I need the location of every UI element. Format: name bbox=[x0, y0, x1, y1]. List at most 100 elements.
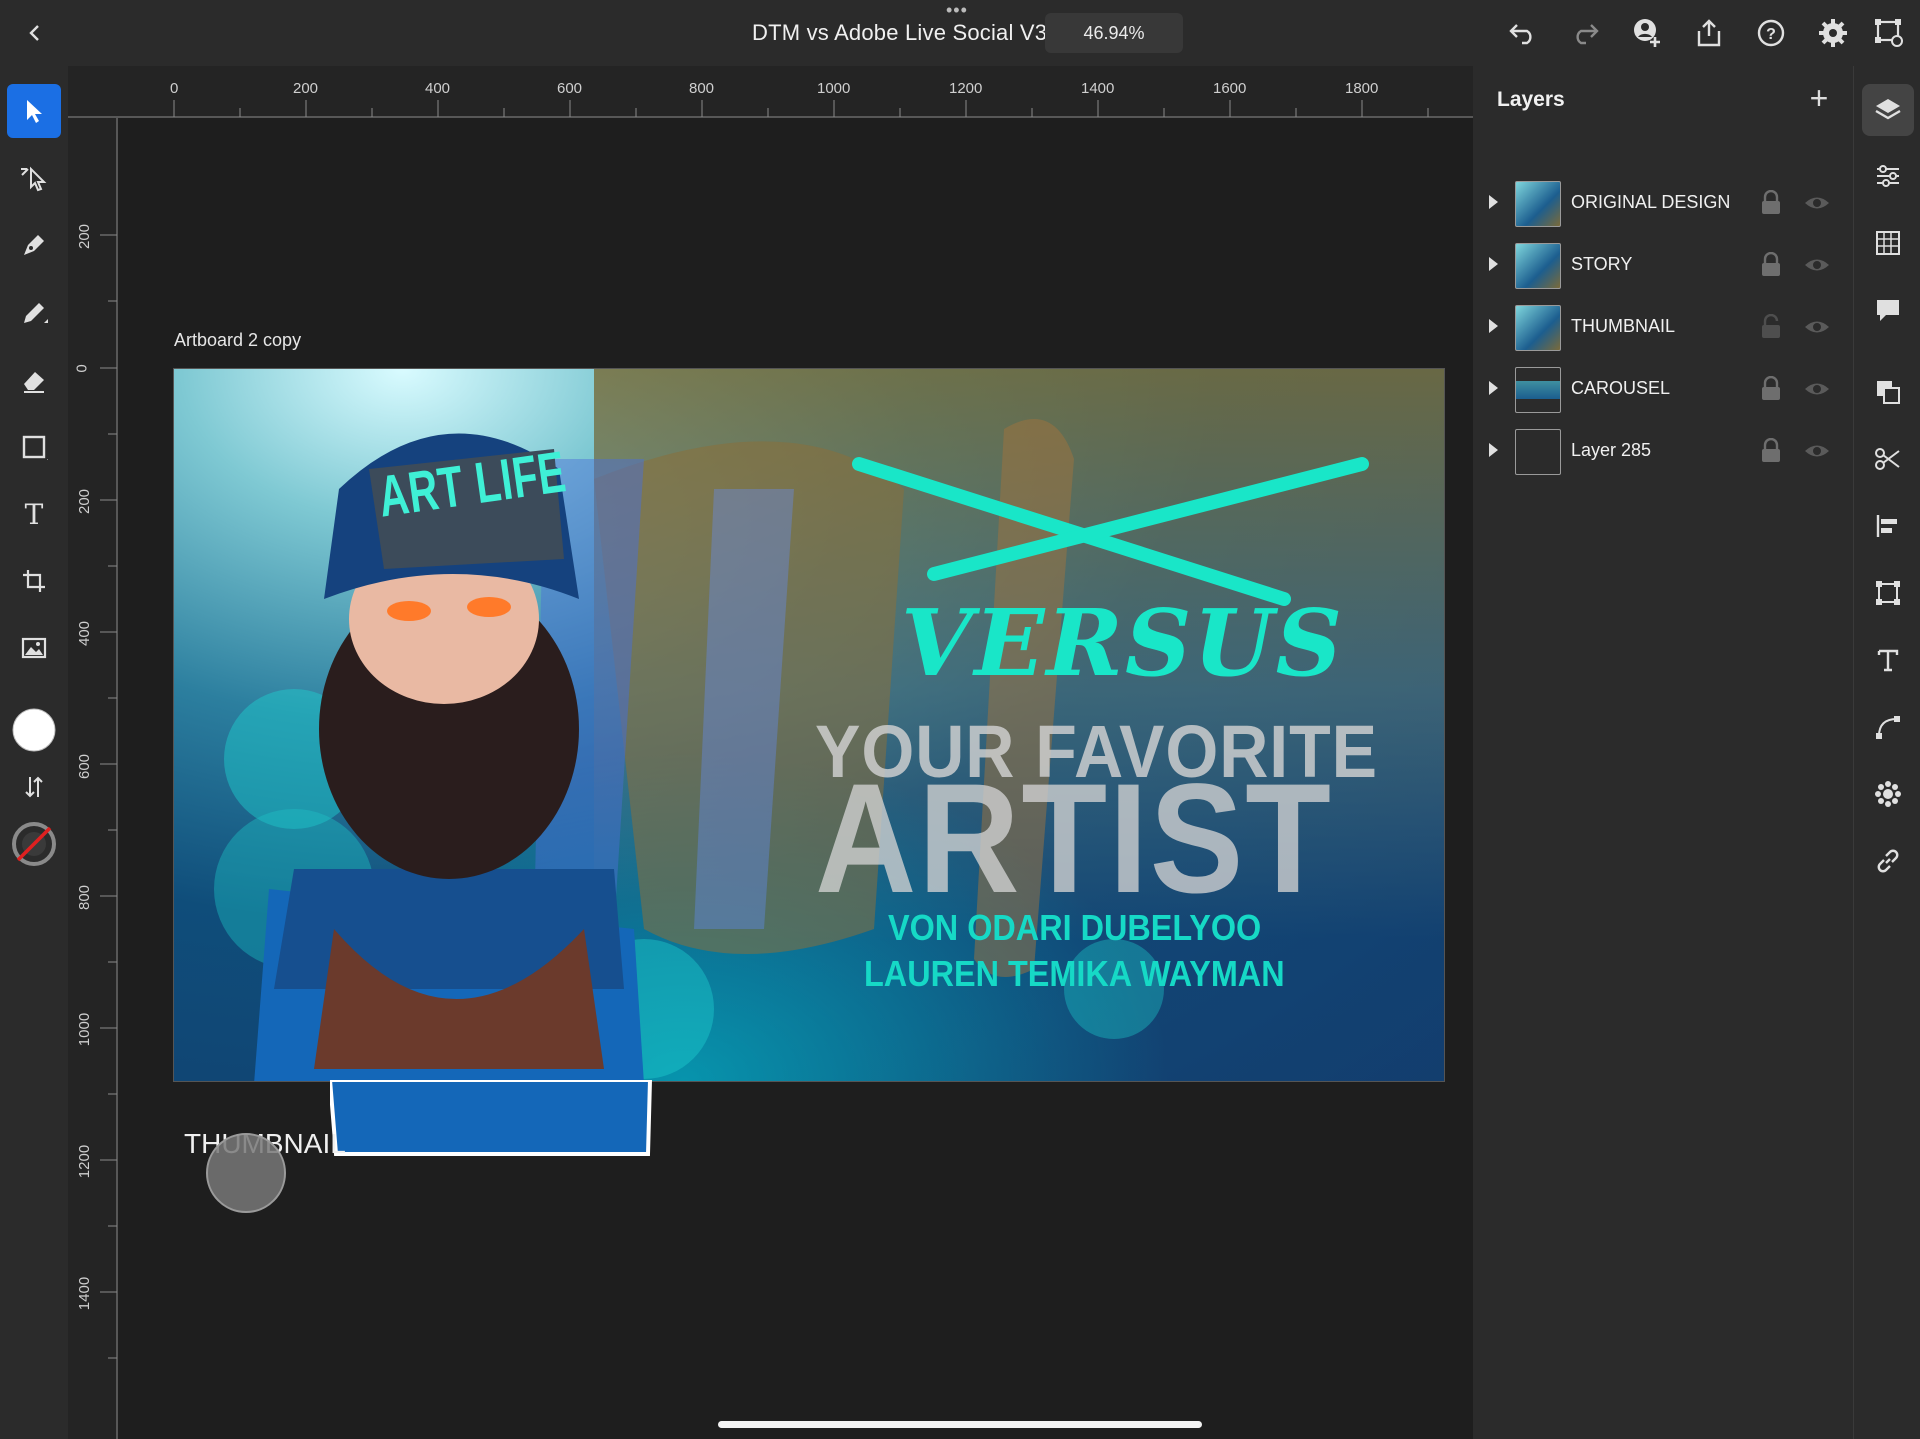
document-title[interactable]: DTM vs Adobe Live Social V3 bbox=[752, 20, 1047, 46]
image-icon[interactable] bbox=[6, 620, 62, 676]
eye-icon[interactable] bbox=[1803, 192, 1831, 214]
expand-arrow-icon[interactable] bbox=[1489, 381, 1498, 395]
svg-text:T: T bbox=[25, 500, 44, 528]
ruler-label: 1600 bbox=[1213, 80, 1247, 97]
more-dots-icon[interactable]: ••• bbox=[946, 1, 968, 19]
layer-thumbnail bbox=[1515, 181, 1561, 227]
layers-title: Layers bbox=[1497, 88, 1565, 111]
layer-thumbnail bbox=[1515, 305, 1561, 351]
versus-title: VERSUS bbox=[901, 589, 1345, 697]
artboard-label[interactable]: Artboard 2 copy bbox=[174, 330, 301, 351]
layer-row[interactable]: Layer 285 bbox=[1473, 422, 1853, 484]
layer-name[interactable]: ORIGINAL DESIGN bbox=[1571, 192, 1730, 213]
panel-bar bbox=[1853, 66, 1920, 1439]
lock-icon[interactable] bbox=[1759, 376, 1783, 402]
align-icon[interactable] bbox=[1862, 500, 1914, 552]
direct-select-icon[interactable] bbox=[6, 150, 62, 206]
ruler-label: 0 bbox=[170, 80, 179, 97]
cut-icon[interactable] bbox=[1862, 433, 1914, 485]
home-indicator[interactable] bbox=[718, 1421, 1202, 1428]
ruler-label: 1800 bbox=[1345, 80, 1379, 97]
ruler-label: 1000 bbox=[76, 1012, 94, 1047]
text-icon[interactable]: T bbox=[6, 486, 62, 542]
lock-icon[interactable] bbox=[1759, 438, 1783, 464]
layer-name[interactable]: Layer 285 bbox=[1571, 440, 1651, 461]
comments-icon[interactable] bbox=[1862, 284, 1914, 336]
layers-icon[interactable] bbox=[1862, 84, 1914, 136]
ruler-label: 800 bbox=[689, 80, 715, 97]
type-icon[interactable] bbox=[1862, 634, 1914, 686]
eye-icon[interactable] bbox=[1803, 254, 1831, 276]
properties-icon[interactable] bbox=[1862, 150, 1914, 202]
layer-name[interactable]: CAROUSEL bbox=[1571, 378, 1670, 399]
frame-icon[interactable] bbox=[1870, 14, 1908, 52]
transform-panel-icon[interactable] bbox=[1862, 567, 1914, 619]
character-overflow bbox=[330, 1080, 653, 1156]
horizontal-ruler: 0 200 400 600 800 1000 1200 1400 1600 18… bbox=[68, 66, 1473, 118]
headline-artist: ARTIST bbox=[815, 752, 1333, 926]
share-icon[interactable] bbox=[1690, 14, 1728, 52]
ruler-label: 600 bbox=[76, 753, 94, 780]
redo-icon[interactable] bbox=[1566, 14, 1604, 52]
fill-swatch[interactable] bbox=[6, 702, 62, 758]
ruler-label: 1200 bbox=[949, 80, 983, 97]
swap-icon[interactable] bbox=[6, 759, 62, 815]
pen-icon[interactable] bbox=[6, 217, 62, 273]
ruler-label: 1400 bbox=[1081, 80, 1115, 97]
layer-row[interactable]: CAROUSEL bbox=[1473, 360, 1853, 422]
eye-icon[interactable] bbox=[1803, 378, 1831, 400]
layer-thumbnail bbox=[1515, 367, 1561, 413]
add-layer-button[interactable]: + bbox=[1801, 80, 1837, 116]
ruler-label: 1400 bbox=[76, 1276, 94, 1311]
stroke-swatch[interactable] bbox=[6, 816, 62, 872]
zoom-level[interactable]: 46.94% bbox=[1045, 13, 1183, 53]
layers-panel: Layers + ORIGINAL DESIGN STORY THUMBNAIL… bbox=[1473, 66, 1853, 1439]
layer-row[interactable]: ORIGINAL DESIGN bbox=[1473, 174, 1853, 236]
ruler-label: 1000 bbox=[817, 80, 851, 97]
rectangle-icon[interactable] bbox=[6, 419, 62, 475]
settings-icon[interactable] bbox=[1814, 14, 1852, 52]
layer-thumbnail bbox=[1515, 429, 1561, 475]
ruler-ticks bbox=[68, 100, 1473, 118]
repeat-icon[interactable] bbox=[1862, 768, 1914, 820]
tool-bar: T bbox=[0, 66, 68, 1439]
expand-arrow-icon[interactable] bbox=[1489, 319, 1498, 333]
transform-icon[interactable] bbox=[6, 553, 62, 609]
eraser-icon[interactable] bbox=[6, 352, 62, 408]
select-icon[interactable] bbox=[7, 84, 61, 138]
svg-text:?: ? bbox=[1766, 26, 1776, 43]
layer-row[interactable]: THUMBNAIL bbox=[1473, 298, 1853, 360]
link-icon[interactable] bbox=[1862, 835, 1914, 887]
expand-arrow-icon[interactable] bbox=[1489, 257, 1498, 271]
expand-arrow-icon[interactable] bbox=[1489, 443, 1498, 457]
ruler-label: 0 bbox=[73, 364, 91, 373]
touch-indicator bbox=[206, 1133, 286, 1213]
ruler-label: 400 bbox=[76, 620, 94, 647]
expand-arrow-icon[interactable] bbox=[1489, 195, 1498, 209]
layer-name[interactable]: STORY bbox=[1571, 254, 1632, 275]
vertical-ruler: 200 0 200 400 600 800 1000 1200 1400 bbox=[68, 118, 118, 1439]
lock-icon[interactable] bbox=[1759, 190, 1783, 216]
artboard[interactable]: ART LIFE VERSUS YOUR FAVORITE ARTIST VON… bbox=[173, 368, 1445, 1082]
grid-icon[interactable] bbox=[1862, 217, 1914, 269]
layer-row[interactable]: STORY bbox=[1473, 236, 1853, 298]
layer-thumbnail bbox=[1515, 243, 1561, 289]
lock-icon[interactable] bbox=[1759, 252, 1783, 278]
ruler-label: 200 bbox=[293, 80, 319, 97]
invite-icon[interactable] bbox=[1628, 14, 1666, 52]
artist-name-1: VON ODARI DUBELYOO bbox=[888, 907, 1262, 948]
ruler-label: 1200 bbox=[76, 1144, 94, 1179]
path-icon[interactable] bbox=[1862, 701, 1914, 753]
pencil-icon[interactable] bbox=[6, 285, 62, 341]
ruler-label: 600 bbox=[557, 80, 583, 97]
arrange-icon[interactable] bbox=[1862, 366, 1914, 418]
eye-icon[interactable] bbox=[1803, 316, 1831, 338]
unlock-icon[interactable] bbox=[1759, 314, 1783, 340]
ruler-label: 800 bbox=[76, 884, 94, 911]
back-icon[interactable] bbox=[16, 14, 54, 52]
layer-name[interactable]: THUMBNAIL bbox=[1571, 316, 1675, 337]
undo-icon[interactable] bbox=[1504, 14, 1542, 52]
top-bar: ••• DTM vs Adobe Live Social V3 46.94% ? bbox=[0, 0, 1920, 66]
eye-icon[interactable] bbox=[1803, 440, 1831, 462]
help-icon[interactable]: ? bbox=[1752, 14, 1790, 52]
